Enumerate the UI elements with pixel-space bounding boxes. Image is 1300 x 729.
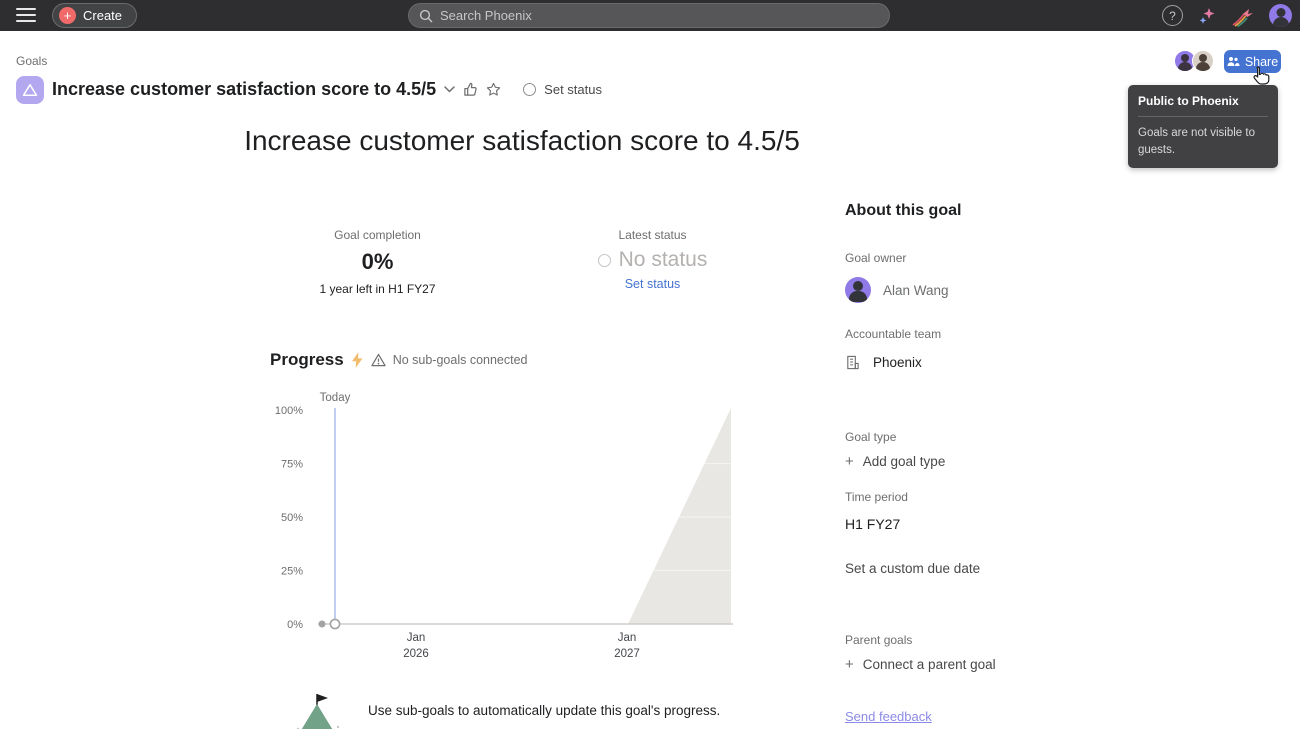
y-tick-50: 50% <box>281 512 303 524</box>
goal-type-label: Goal type <box>845 430 897 444</box>
expected-progress-area <box>628 408 731 624</box>
time-period-label: Time period <box>845 490 908 504</box>
page-title[interactable]: Increase customer satisfaction score to … <box>52 79 436 100</box>
progress-heading: Progress <box>270 350 344 369</box>
search-bar[interactable] <box>408 3 890 28</box>
start-dot <box>318 620 326 628</box>
stats-row: Goal completion 0% 1 year left in H1 FY2… <box>240 228 790 296</box>
progress-header: Progress No sub-goals connected <box>270 350 528 370</box>
x-tick-jan-2027-month: Jan <box>618 632 637 644</box>
help-icon[interactable]: ? <box>1162 5 1183 26</box>
accountable-team-row[interactable]: Phoenix <box>845 355 1285 370</box>
tooltip-body: Goals are not visible to guests. <box>1138 127 1255 156</box>
topbar-right-icons: ? <box>1162 0 1292 31</box>
member-avatars <box>1174 50 1214 72</box>
today-dot <box>329 618 341 630</box>
goal-icon <box>16 76 44 104</box>
y-tick-100: 100% <box>275 405 303 417</box>
y-tick-25: 25% <box>281 566 303 578</box>
warning-triangle-icon <box>371 353 386 367</box>
parent-goals-label: Parent goals <box>845 633 913 647</box>
goal-detail-page: + Create ? Goals Increase custome <box>0 0 1300 729</box>
x-tick-jan-2026-month: Jan <box>407 632 426 644</box>
subgoals-hint-text: Use sub-goals to automatically update th… <box>368 703 721 718</box>
thumbs-up-icon[interactable] <box>463 82 478 97</box>
set-custom-due-date-button[interactable]: Set a custom due date <box>845 561 1285 576</box>
share-people-icon <box>1227 57 1240 66</box>
about-this-goal-panel: About this goal Goal owner Alan Wang Acc… <box>845 202 1285 726</box>
add-goal-type-label: Add goal type <box>862 454 946 469</box>
plus-icon: + <box>59 7 76 24</box>
goal-completion-value: 0% <box>361 249 394 274</box>
triangle-icon <box>22 84 38 96</box>
lightning-bolt-icon <box>351 352 363 368</box>
goal-completion-label: Goal completion <box>334 228 421 242</box>
plus-icon: + <box>845 656 854 673</box>
set-status-link[interactable]: Set status <box>515 277 790 291</box>
share-tooltip: Public to Phoenix Goals are not visible … <box>1128 85 1278 169</box>
connect-parent-goal-button[interactable]: + Connect a parent goal <box>845 657 1285 672</box>
ai-sparkles-icon[interactable] <box>1197 6 1217 26</box>
time-period-value[interactable]: H1 FY27 <box>845 516 1285 532</box>
search-input[interactable] <box>440 8 879 23</box>
create-button-label: Create <box>83 8 123 23</box>
topbar: + Create ? <box>0 0 1300 31</box>
hamburger-menu-icon[interactable] <box>16 7 36 24</box>
owner-name: Alan Wang <box>883 282 949 298</box>
today-label: Today <box>320 392 351 404</box>
y-tick-0: 0% <box>287 619 303 631</box>
plus-icon: + <box>845 453 854 470</box>
member-avatar-2[interactable] <box>1192 50 1214 72</box>
y-tick-75: 75% <box>281 459 303 471</box>
status-circle-icon <box>523 83 537 96</box>
whats-new-phoenix-icon[interactable] <box>1231 5 1255 27</box>
no-subgoals-warning: No sub-goals connected <box>392 353 528 367</box>
tooltip-title: Public to Phoenix <box>1138 94 1239 108</box>
latest-status-label: Latest status <box>618 228 687 242</box>
connect-parent-goal-label: Connect a parent goal <box>862 657 996 672</box>
chevron-down-icon[interactable] <box>444 86 455 93</box>
owner-avatar <box>845 277 871 303</box>
send-feedback-link[interactable]: Send feedback <box>845 709 932 724</box>
goal-hero-title[interactable]: Increase customer satisfaction score to … <box>100 125 944 157</box>
set-status-header-button[interactable]: Set status <box>523 82 602 97</box>
search-icon <box>419 9 433 22</box>
star-icon[interactable] <box>486 82 501 97</box>
sidebar-heading: About this goal <box>845 202 962 219</box>
latest-status-stat: Latest status No status Set status <box>515 228 790 296</box>
create-button[interactable]: + Create <box>52 3 138 28</box>
goal-completion-stat: Goal completion 0% 1 year left in H1 FY2… <box>240 228 515 296</box>
no-status-value: No status <box>618 248 708 271</box>
goal-title-row: Increase customer satisfaction score to … <box>52 79 602 100</box>
goal-owner-row[interactable]: Alan Wang <box>845 277 1285 303</box>
x-tick-jan-2026-year: 2026 <box>403 648 429 660</box>
team-name: Phoenix <box>873 355 922 370</box>
set-status-header-label: Set status <box>544 82 602 97</box>
user-avatar[interactable] <box>1269 4 1292 27</box>
accountable-team-label: Accountable team <box>845 327 942 341</box>
mouse-cursor-pointer <box>1253 66 1270 85</box>
x-tick-jan-2027-year: 2027 <box>614 648 640 660</box>
goal-completion-sub: 1 year left in H1 FY27 <box>319 282 436 296</box>
add-goal-type-button[interactable]: + Add goal type <box>845 454 1285 469</box>
breadcrumb[interactable]: Goals <box>16 54 47 68</box>
building-icon <box>847 355 859 370</box>
goal-owner-label: Goal owner <box>845 251 907 265</box>
mountain-flag-illustration <box>296 694 340 729</box>
progress-chart: Today 100% 75% 50% 25% 0% Jan 2026 Jan 2… <box>275 392 733 660</box>
no-status-circle-icon <box>597 253 611 267</box>
